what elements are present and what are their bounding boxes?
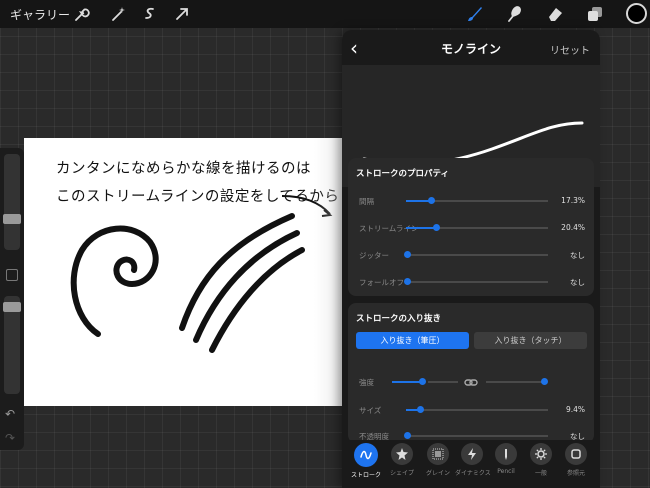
brush-studio-tabbar: ストローク シェイプ グレイン ダイナミクス Pencil 一般 参照元 <box>342 440 600 488</box>
undo-icon[interactable]: ↶ <box>5 407 15 421</box>
eraser-icon[interactable] <box>545 4 565 24</box>
stroke-taper-title: ストロークの入り抜き <box>356 314 442 324</box>
dynamics-icon <box>461 443 483 465</box>
tab-grain-label: グレイン <box>425 470 450 477</box>
taper-pressure-button[interactable]: 入り抜き（筆圧） <box>356 332 469 349</box>
size-knob[interactable] <box>417 406 424 413</box>
tab-shape-label: シェイプ <box>389 470 414 477</box>
grain-icon <box>427 443 449 465</box>
left-sidebar: ↶ ↷ <box>0 148 24 450</box>
brush-size-thumb[interactable] <box>3 214 21 224</box>
size-track[interactable] <box>406 409 548 411</box>
strength-right-knob[interactable] <box>541 378 548 385</box>
tab-stroke[interactable]: ストローク <box>349 443 383 479</box>
falloff-label: フォールオフ <box>359 278 404 287</box>
stroke-taper-section: ストロークの入り抜き 入り抜き（筆圧） 入り抜き（タッチ） 強度 サイズ 9.4… <box>348 303 594 443</box>
strength-mid-track <box>428 381 458 383</box>
brush-studio-panel: ‹ モノライン リセット ストロークのプロパティ 間隔 17.3% ストリームラ… <box>342 30 600 488</box>
stroke-properties-section: ストロークのプロパティ 間隔 17.3% ストリームライン 20.4% ジッター… <box>348 158 594 296</box>
strength-left-knob[interactable] <box>419 378 426 385</box>
spacing-label: 間隔 <box>359 197 374 206</box>
size-value: 9.4% <box>565 405 585 414</box>
strength-left-fill <box>392 381 422 383</box>
brush-size-slider[interactable] <box>4 154 20 250</box>
pencil-icon <box>495 443 517 465</box>
tab-dynamics[interactable]: ダイナミクス <box>455 443 491 477</box>
tab-source-label: 参照元 <box>566 470 585 477</box>
redo-icon[interactable]: ↷ <box>5 431 15 445</box>
stroke-properties-title: ストロークのプロパティ <box>356 169 449 179</box>
modify-button[interactable] <box>6 269 18 281</box>
transform-arrow-icon[interactable] <box>172 4 192 24</box>
shape-icon <box>391 443 413 465</box>
tab-general-label: 一般 <box>534 470 547 477</box>
link-chain-icon[interactable] <box>464 374 478 386</box>
tab-pencil-label: Pencil <box>497 468 515 475</box>
tab-grain[interactable]: グレイン <box>421 443 455 477</box>
jitter-knob[interactable] <box>404 251 411 258</box>
selection-icon[interactable] <box>140 4 160 24</box>
smudge-icon[interactable] <box>504 4 524 24</box>
tab-source[interactable]: 参照元 <box>559 443 593 477</box>
falloff-value: なし <box>570 278 585 287</box>
brush-icon[interactable] <box>464 4 484 24</box>
top-toolbar: ギャラリー <box>0 0 650 28</box>
spacing-value: 17.3% <box>561 196 585 205</box>
opacity-knob[interactable] <box>404 432 411 439</box>
jitter-track[interactable] <box>406 254 548 256</box>
falloff-knob[interactable] <box>404 278 411 285</box>
general-icon <box>530 443 552 465</box>
strength-right-track[interactable] <box>486 381 544 383</box>
tab-shape[interactable]: シェイプ <box>385 443 419 477</box>
streamline-value: 20.4% <box>561 223 585 232</box>
layers-icon[interactable] <box>585 4 605 24</box>
stroke-path-icon <box>354 443 378 467</box>
opacity-thumb[interactable] <box>3 302 21 312</box>
jitter-label: ジッター <box>359 251 389 260</box>
opacity-track[interactable] <box>406 435 548 437</box>
jitter-value: なし <box>570 251 585 260</box>
reset-button[interactable]: リセット <box>550 42 590 57</box>
strength-label: 強度 <box>359 378 374 387</box>
tab-stroke-label: ストローク <box>350 472 381 479</box>
wrench-icon[interactable] <box>70 4 90 24</box>
magic-wand-icon[interactable] <box>108 4 128 24</box>
size-label: サイズ <box>359 406 382 415</box>
drawing-canvas[interactable]: カンタンになめらかな線を描けるのは このストリームラインの設定をしてるから → <box>24 138 354 406</box>
tab-general[interactable]: 一般 <box>524 443 558 477</box>
tab-dynamics-label: ダイナミクス <box>455 470 491 477</box>
spacing-knob[interactable] <box>428 197 435 204</box>
taper-touch-button[interactable]: 入り抜き（タッチ） <box>474 332 587 349</box>
tab-pencil[interactable]: Pencil <box>489 443 523 475</box>
color-swatch[interactable] <box>626 3 647 24</box>
streamline-fill <box>406 227 435 229</box>
gallery-button[interactable]: ギャラリー <box>10 6 70 23</box>
streamline-knob[interactable] <box>433 224 440 231</box>
source-icon <box>565 443 587 465</box>
stroke-drawing <box>70 195 333 353</box>
falloff-track[interactable] <box>406 281 548 283</box>
